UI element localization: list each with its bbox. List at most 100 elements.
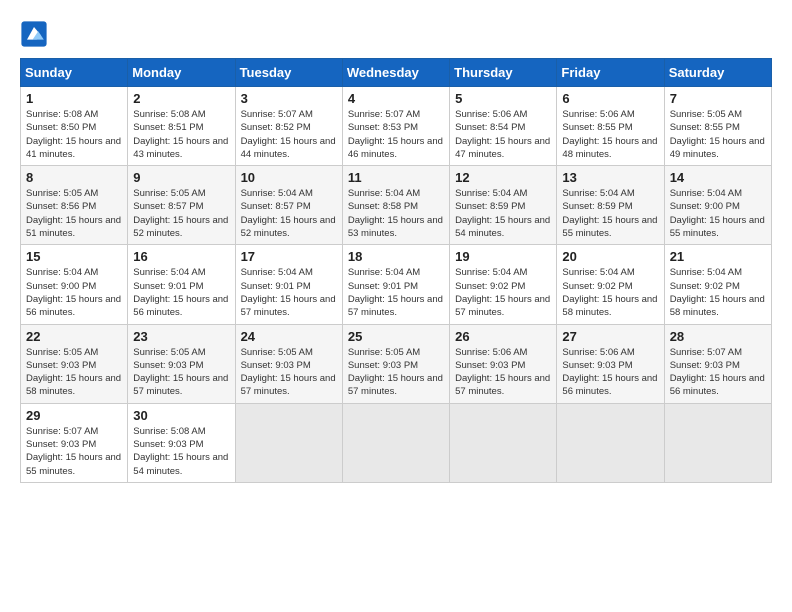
calendar-cell: 19 Sunrise: 5:04 AMSunset: 9:02 PMDayligh… — [450, 245, 557, 324]
day-number: 19 — [455, 249, 551, 264]
calendar-cell: 20 Sunrise: 5:04 AMSunset: 9:02 PMDayligh… — [557, 245, 664, 324]
day-info: Sunrise: 5:08 AMSunset: 8:50 PMDaylight:… — [26, 108, 122, 161]
day-of-week-saturday: Saturday — [664, 59, 771, 87]
day-number: 15 — [26, 249, 122, 264]
day-number: 2 — [133, 91, 229, 106]
day-info: Sunrise: 5:07 AMSunset: 9:03 PMDaylight:… — [670, 346, 766, 399]
calendar-cell — [450, 403, 557, 482]
day-of-week-thursday: Thursday — [450, 59, 557, 87]
calendar-cell: 2 Sunrise: 5:08 AMSunset: 8:51 PMDaylight… — [128, 87, 235, 166]
day-info: Sunrise: 5:08 AMSunset: 8:51 PMDaylight:… — [133, 108, 229, 161]
calendar-cell: 6 Sunrise: 5:06 AMSunset: 8:55 PMDaylight… — [557, 87, 664, 166]
day-info: Sunrise: 5:04 AMSunset: 8:59 PMDaylight:… — [562, 187, 658, 240]
calendar-cell: 14 Sunrise: 5:04 AMSunset: 9:00 PMDayligh… — [664, 166, 771, 245]
calendar-cell: 12 Sunrise: 5:04 AMSunset: 8:59 PMDayligh… — [450, 166, 557, 245]
day-info: Sunrise: 5:04 AMSunset: 9:02 PMDaylight:… — [562, 266, 658, 319]
day-number: 6 — [562, 91, 658, 106]
day-info: Sunrise: 5:06 AMSunset: 8:55 PMDaylight:… — [562, 108, 658, 161]
day-info: Sunrise: 5:06 AMSunset: 9:03 PMDaylight:… — [562, 346, 658, 399]
calendar-cell: 8 Sunrise: 5:05 AMSunset: 8:56 PMDaylight… — [21, 166, 128, 245]
day-info: Sunrise: 5:04 AMSunset: 9:00 PMDaylight:… — [26, 266, 122, 319]
calendar-cell: 1 Sunrise: 5:08 AMSunset: 8:50 PMDaylight… — [21, 87, 128, 166]
logo — [20, 20, 52, 48]
calendar-cell: 9Sunrise: 5:05 AMSunset: 8:57 PMDaylight… — [128, 166, 235, 245]
header — [20, 20, 772, 48]
day-number: 20 — [562, 249, 658, 264]
day-number: 27 — [562, 329, 658, 344]
day-info: Sunrise: 5:04 AMSunset: 9:01 PMDaylight:… — [241, 266, 337, 319]
day-of-week-monday: Monday — [128, 59, 235, 87]
calendar-cell: 13 Sunrise: 5:04 AMSunset: 8:59 PMDayligh… — [557, 166, 664, 245]
calendar-cell — [235, 403, 342, 482]
day-number: 14 — [670, 170, 766, 185]
day-info: Sunrise: 5:06 AMSunset: 8:54 PMDaylight:… — [455, 108, 551, 161]
day-number: 24 — [241, 329, 337, 344]
calendar-cell: 10Sunrise: 5:04 AMSunset: 8:57 PMDayligh… — [235, 166, 342, 245]
calendar-cell: 27 Sunrise: 5:06 AMSunset: 9:03 PMDayligh… — [557, 324, 664, 403]
day-number: 25 — [348, 329, 444, 344]
day-number: 7 — [670, 91, 766, 106]
day-info: Sunrise: 5:07 AMSunset: 8:53 PMDaylight:… — [348, 108, 444, 161]
calendar-cell: 21Sunrise: 5:04 AMSunset: 9:02 PMDayligh… — [664, 245, 771, 324]
day-info: Sunrise: 5:05 AMSunset: 8:55 PMDaylight:… — [670, 108, 766, 161]
day-number: 29 — [26, 408, 122, 423]
day-of-week-wednesday: Wednesday — [342, 59, 449, 87]
calendar-cell: 28 Sunrise: 5:07 AMSunset: 9:03 PMDayligh… — [664, 324, 771, 403]
calendar-cell: 29 Sunrise: 5:07 AMSunset: 9:03 PMDayligh… — [21, 403, 128, 482]
calendar-cell: 23Sunrise: 5:05 AMSunset: 9:03 PMDayligh… — [128, 324, 235, 403]
day-number: 18 — [348, 249, 444, 264]
day-info: Sunrise: 5:08 AMSunset: 9:03 PMDaylight:… — [133, 425, 229, 478]
day-number: 11 — [348, 170, 444, 185]
day-of-week-friday: Friday — [557, 59, 664, 87]
day-info: Sunrise: 5:04 AMSunset: 9:02 PMDaylight:… — [455, 266, 551, 319]
day-number: 16 — [133, 249, 229, 264]
calendar-cell — [342, 403, 449, 482]
day-number: 22 — [26, 329, 122, 344]
calendar-cell: 7 Sunrise: 5:05 AMSunset: 8:55 PMDaylight… — [664, 87, 771, 166]
day-number: 8 — [26, 170, 122, 185]
calendar-cell: 25 Sunrise: 5:05 AMSunset: 9:03 PMDayligh… — [342, 324, 449, 403]
day-number: 5 — [455, 91, 551, 106]
calendar-cell: 4 Sunrise: 5:07 AMSunset: 8:53 PMDaylight… — [342, 87, 449, 166]
day-number: 1 — [26, 91, 122, 106]
calendar-cell: 16 Sunrise: 5:04 AMSunset: 9:01 PMDayligh… — [128, 245, 235, 324]
day-info: Sunrise: 5:04 AMSunset: 8:57 PMDaylight:… — [241, 187, 337, 240]
day-of-week-sunday: Sunday — [21, 59, 128, 87]
calendar-cell: 26Sunrise: 5:06 AMSunset: 9:03 PMDayligh… — [450, 324, 557, 403]
day-number: 26 — [455, 329, 551, 344]
calendar-cell: 11 Sunrise: 5:04 AMSunset: 8:58 PMDayligh… — [342, 166, 449, 245]
calendar: SundayMondayTuesdayWednesdayThursdayFrid… — [20, 58, 772, 483]
day-number: 4 — [348, 91, 444, 106]
day-info: Sunrise: 5:07 AMSunset: 9:03 PMDaylight:… — [26, 425, 122, 478]
day-info: Sunrise: 5:05 AMSunset: 9:03 PMDaylight:… — [241, 346, 337, 399]
calendar-cell: 5 Sunrise: 5:06 AMSunset: 8:54 PMDaylight… — [450, 87, 557, 166]
day-info: Sunrise: 5:05 AMSunset: 8:56 PMDaylight:… — [26, 187, 122, 240]
calendar-cell: 22 Sunrise: 5:05 AMSunset: 9:03 PMDayligh… — [21, 324, 128, 403]
day-number: 23 — [133, 329, 229, 344]
day-number: 3 — [241, 91, 337, 106]
day-info: Sunrise: 5:04 AMSunset: 8:59 PMDaylight:… — [455, 187, 551, 240]
day-number: 30 — [133, 408, 229, 423]
calendar-cell: 24 Sunrise: 5:05 AMSunset: 9:03 PMDayligh… — [235, 324, 342, 403]
day-info: Sunrise: 5:07 AMSunset: 8:52 PMDaylight:… — [241, 108, 337, 161]
day-number: 12 — [455, 170, 551, 185]
day-info: Sunrise: 5:04 AMSunset: 9:01 PMDaylight:… — [348, 266, 444, 319]
calendar-cell: 18 Sunrise: 5:04 AMSunset: 9:01 PMDayligh… — [342, 245, 449, 324]
calendar-cell: 15 Sunrise: 5:04 AMSunset: 9:00 PMDayligh… — [21, 245, 128, 324]
calendar-cell: 3 Sunrise: 5:07 AMSunset: 8:52 PMDaylight… — [235, 87, 342, 166]
day-info: Sunrise: 5:05 AMSunset: 9:03 PMDaylight:… — [348, 346, 444, 399]
day-info: Sunrise: 5:05 AMSunset: 9:03 PMDaylight:… — [26, 346, 122, 399]
logo-icon — [20, 20, 48, 48]
day-number: 9 — [133, 170, 229, 185]
day-info: Sunrise: 5:04 AMSunset: 9:01 PMDaylight:… — [133, 266, 229, 319]
calendar-cell: 17Sunrise: 5:04 AMSunset: 9:01 PMDayligh… — [235, 245, 342, 324]
calendar-cell — [557, 403, 664, 482]
day-of-week-tuesday: Tuesday — [235, 59, 342, 87]
calendar-cell: 30 Sunrise: 5:08 AMSunset: 9:03 PMDayligh… — [128, 403, 235, 482]
day-number: 28 — [670, 329, 766, 344]
calendar-cell — [664, 403, 771, 482]
day-number: 21 — [670, 249, 766, 264]
day-info: Sunrise: 5:04 AMSunset: 8:58 PMDaylight:… — [348, 187, 444, 240]
day-number: 13 — [562, 170, 658, 185]
day-info: Sunrise: 5:04 AMSunset: 9:00 PMDaylight:… — [670, 187, 766, 240]
